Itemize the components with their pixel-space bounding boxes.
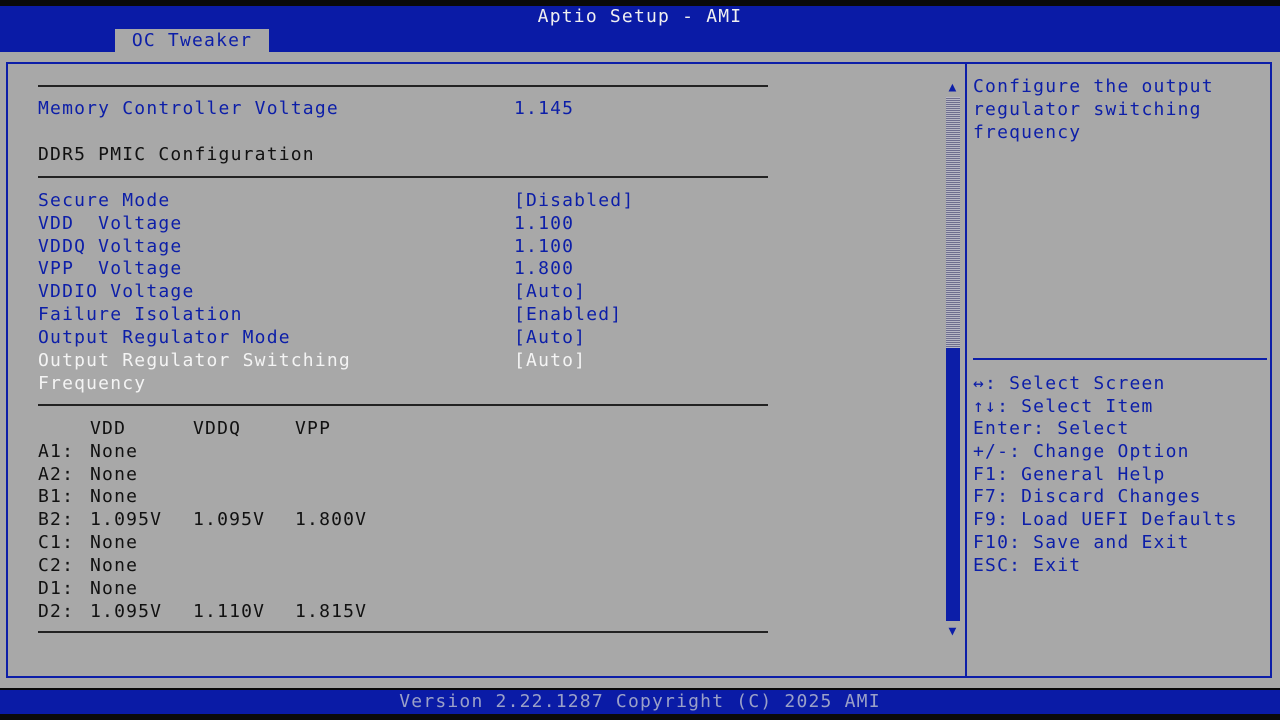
key-hint-select-item: ↑↓: Select Item — [973, 396, 1154, 417]
setting-value[interactable]: 1.100 — [514, 235, 574, 258]
help-description-line: frequency — [973, 122, 1082, 143]
scroll-up-arrow-icon[interactable]: ▲ — [946, 81, 960, 95]
scroll-down-arrow-icon[interactable]: ▼ — [946, 625, 960, 639]
slot-label: C2: — [38, 555, 75, 576]
section-title: DDR5 PMIC Configuration — [38, 144, 315, 165]
vpp-cell: 1.800V — [295, 509, 368, 530]
setting-value[interactable]: [Enabled] — [514, 303, 622, 326]
setting-label[interactable]: Failure Isolation — [38, 303, 243, 326]
key-hint-general-help: F1: General Help — [973, 464, 1166, 485]
setting-value[interactable]: [Disabled] — [514, 189, 634, 212]
vdd-cell: None — [90, 555, 139, 576]
selected-setting-label-continued[interactable]: Frequency — [38, 372, 146, 395]
vdd-cell: None — [90, 486, 139, 507]
app-title: Aptio Setup - AMI — [537, 6, 743, 27]
separator-line — [38, 176, 768, 178]
slot-label: A2: — [38, 464, 75, 485]
setting-value[interactable]: [Auto] — [514, 280, 586, 303]
key-hint-discard-changes: F7: Discard Changes — [973, 486, 1202, 507]
vdd-cell: 1.095V — [90, 601, 163, 622]
vdd-cell: None — [90, 578, 139, 599]
key-hint-save-exit: F10: Save and Exit — [973, 532, 1190, 553]
help-separator — [973, 358, 1267, 360]
setting-label[interactable]: VDDIO Voltage — [38, 280, 194, 303]
separator-line — [38, 631, 768, 633]
table-header-vpp: VPP — [295, 418, 332, 439]
table-header-vdd: VDD — [90, 418, 127, 439]
setting-label[interactable]: VDDQ Voltage — [38, 235, 182, 258]
vddq-cell: 1.110V — [193, 601, 266, 622]
memory-controller-voltage-label[interactable]: Memory Controller Voltage — [38, 97, 339, 120]
separator-line — [38, 85, 768, 87]
setting-label[interactable]: Output Regulator Mode — [38, 326, 291, 349]
scrollbar-thumb[interactable] — [946, 348, 960, 621]
setting-label[interactable]: VPP Voltage — [38, 257, 182, 280]
help-description-line: regulator switching — [973, 99, 1202, 120]
vdd-cell: None — [90, 464, 139, 485]
vddq-cell: 1.095V — [193, 509, 266, 530]
setting-label[interactable]: VDD Voltage — [38, 212, 182, 235]
table-header-vddq: VDDQ — [193, 418, 242, 439]
selected-setting-value[interactable]: [Auto] — [514, 349, 586, 372]
vdd-cell: None — [90, 441, 139, 462]
setting-value[interactable]: 1.100 — [514, 212, 574, 235]
vdd-cell: 1.095V — [90, 509, 163, 530]
selected-setting-label[interactable]: Output Regulator Switching — [38, 349, 351, 372]
memory-controller-voltage-value[interactable]: 1.145 — [514, 97, 574, 120]
setting-label[interactable]: Secure Mode — [38, 189, 170, 212]
key-hint-enter: Enter: Select — [973, 418, 1130, 439]
slot-label: B2: — [38, 509, 75, 530]
setting-value[interactable]: 1.800 — [514, 257, 574, 280]
footer-version: Version 2.22.1287 Copyright (C) 2025 AMI — [399, 691, 881, 712]
vpp-cell: 1.815V — [295, 601, 368, 622]
key-hint-change-option: +/-: Change Option — [973, 441, 1190, 462]
vdd-cell: None — [90, 532, 139, 553]
slot-label: C1: — [38, 532, 75, 553]
tab-oc-tweaker[interactable]: OC Tweaker — [115, 29, 269, 52]
help-description-line: Configure the output — [973, 76, 1214, 97]
slot-label: D1: — [38, 578, 75, 599]
help-divider — [965, 62, 967, 678]
setting-value[interactable]: [Auto] — [514, 326, 586, 349]
slot-label: A1: — [38, 441, 75, 462]
slot-label: B1: — [38, 486, 75, 507]
key-hint-exit: ESC: Exit — [973, 555, 1082, 576]
key-hint-load-defaults: F9: Load UEFI Defaults — [973, 509, 1238, 530]
slot-label: D2: — [38, 601, 75, 622]
key-hint-select-screen: ↔: Select Screen — [973, 373, 1166, 394]
separator-line — [38, 404, 768, 406]
